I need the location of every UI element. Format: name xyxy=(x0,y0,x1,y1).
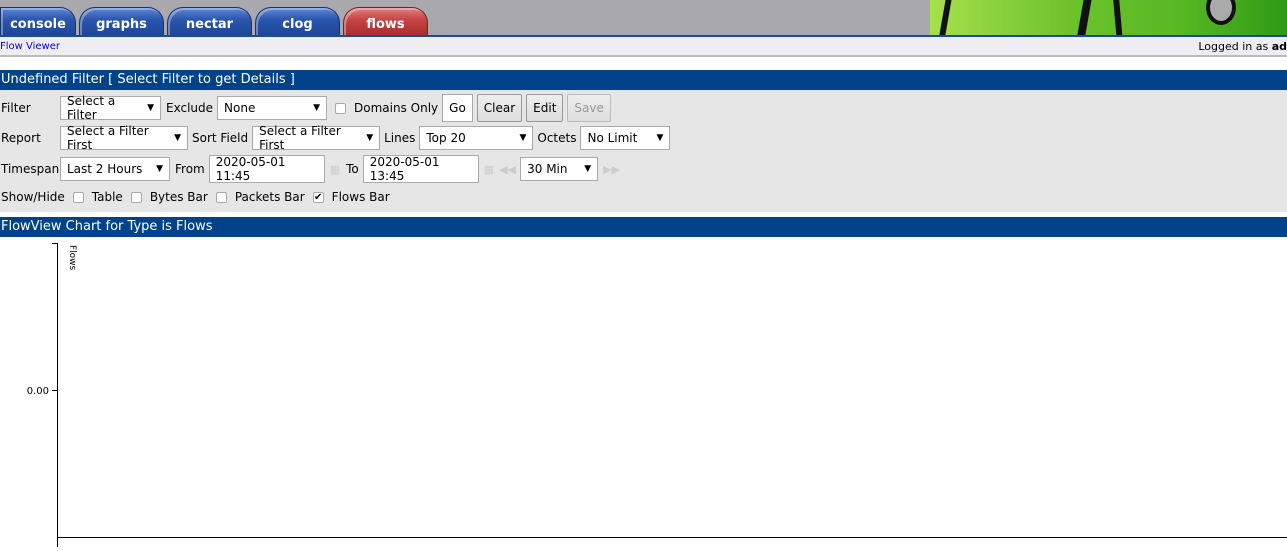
sort-field-label: Sort Field xyxy=(192,131,249,145)
go-label: Go xyxy=(449,101,466,115)
save-label: Save xyxy=(574,101,604,115)
lines-label: Lines xyxy=(384,131,416,145)
tab-graphs[interactable]: graphs xyxy=(79,7,164,35)
table-label: Table xyxy=(91,190,123,204)
octets-select[interactable]: No Limit ▼ xyxy=(580,126,671,150)
from-label: From xyxy=(175,162,205,176)
show-hide-label: Show/Hide xyxy=(1,190,65,204)
chart-header: FlowView Chart for Type is Flows xyxy=(0,217,1287,237)
tab-console[interactable]: console xyxy=(0,7,76,35)
go-button[interactable]: Go xyxy=(442,94,473,122)
filter-form: Filter Select a Filter ▼ Exclude None ▼ Do… xyxy=(0,90,1287,212)
checkmark-icon: ✔ xyxy=(313,191,323,203)
sort-field-value: Select a Filter First xyxy=(259,124,341,152)
shift-value: 30 Min xyxy=(527,162,568,176)
dropdown-arrow-icon: ▼ xyxy=(519,133,527,143)
sort-field-select[interactable]: Select a Filter First ▼ xyxy=(252,124,381,152)
tab-label: flows xyxy=(366,17,405,32)
clear-label: Clear xyxy=(483,101,516,115)
lines-select[interactable]: Top 20 ▼ xyxy=(419,126,534,150)
calendar-icon[interactable]: ▦ xyxy=(484,163,494,176)
timespan-value: Last 2 Hours xyxy=(67,162,143,176)
dropdown-arrow-icon: ▼ xyxy=(156,164,163,174)
flows-bar-checkbox[interactable]: ✔ xyxy=(312,191,324,203)
timespan-select[interactable]: Last 2 Hours ▼ xyxy=(60,157,170,181)
octets-label: Octets xyxy=(537,131,577,145)
y-axis-label: Flows xyxy=(67,245,77,271)
to-label: To xyxy=(346,162,359,176)
sub-header: Flow Viewer Logged in as ad xyxy=(0,37,1287,57)
shift-forward-icon[interactable]: ▶▶ xyxy=(603,163,620,176)
bytes-bar-checkbox[interactable] xyxy=(130,191,142,203)
tab-label: clog xyxy=(282,17,313,32)
tab-flows[interactable]: flows xyxy=(343,7,428,35)
logged-in-text: Logged in as xyxy=(1198,40,1272,53)
shift-select[interactable]: 30 Min ▼ xyxy=(520,157,599,181)
report-label: Report xyxy=(1,131,41,145)
octets-value: No Limit xyxy=(587,131,638,145)
flow-chart: 0.00 Flows xyxy=(27,243,1287,547)
tab-nectar[interactable]: nectar xyxy=(167,7,252,35)
from-date-input[interactable]: 2020-05-01 11:45 xyxy=(208,155,325,183)
tab-bar: console graphs nectar clog flows xyxy=(0,0,1287,37)
lines-value: Top 20 xyxy=(426,131,466,145)
from-value: 2020-05-01 11:45 xyxy=(215,155,286,183)
packets-bar-label: Packets Bar xyxy=(234,190,305,204)
filter-label: Filter xyxy=(1,101,31,115)
filter-value: Select a Filter xyxy=(67,94,116,122)
domains-only-label: Domains Only xyxy=(354,101,439,115)
filter-select[interactable]: Select a Filter ▼ xyxy=(60,94,161,122)
dropdown-arrow-icon: ▼ xyxy=(313,103,321,113)
save-button[interactable]: Save xyxy=(567,94,611,122)
dropdown-arrow-icon: ▼ xyxy=(147,103,154,113)
y-tick-label: 0.00 xyxy=(27,386,49,397)
packets-bar-checkbox[interactable] xyxy=(215,191,227,203)
edit-button[interactable]: Edit xyxy=(526,94,564,122)
to-value: 2020-05-01 13:45 xyxy=(369,155,440,183)
report-select[interactable]: Select a Filter First ▼ xyxy=(60,124,188,152)
breadcrumb-flow-viewer[interactable]: Flow Viewer xyxy=(0,41,60,52)
cactus-banner-logo xyxy=(930,0,1287,35)
timespan-label: Timespan xyxy=(1,162,60,176)
flows-bar-label: Flows Bar xyxy=(331,190,390,204)
edit-label: Edit xyxy=(533,101,557,115)
tab-clog[interactable]: clog xyxy=(255,7,340,35)
tab-label: nectar xyxy=(185,17,234,32)
filter-header: Undefined Filter [ Select Filter to get … xyxy=(0,70,1287,90)
calendar-icon[interactable]: ▦ xyxy=(330,163,340,176)
dropdown-arrow-icon: ▼ xyxy=(366,133,374,143)
tab-label: console xyxy=(10,17,66,32)
login-status: Logged in as ad xyxy=(1198,40,1287,53)
to-date-input[interactable]: 2020-05-01 13:45 xyxy=(362,155,479,183)
clear-button[interactable]: Clear xyxy=(476,94,523,122)
report-value: Select a Filter First xyxy=(67,124,149,152)
shift-back-icon[interactable]: ◀◀ xyxy=(499,163,516,176)
dropdown-arrow-icon: ▼ xyxy=(656,133,664,143)
exclude-value: None xyxy=(224,101,256,115)
exclude-select[interactable]: None ▼ xyxy=(217,96,328,120)
dropdown-arrow-icon: ▼ xyxy=(174,133,181,143)
table-checkbox[interactable] xyxy=(72,191,84,203)
exclude-label: Exclude xyxy=(166,101,214,115)
tab-label: graphs xyxy=(96,17,147,32)
domains-only-checkbox[interactable] xyxy=(335,102,347,114)
banner-ring xyxy=(1206,0,1236,25)
dropdown-arrow-icon: ▼ xyxy=(584,164,592,174)
bytes-bar-label: Bytes Bar xyxy=(149,190,208,204)
username: ad xyxy=(1271,40,1287,53)
